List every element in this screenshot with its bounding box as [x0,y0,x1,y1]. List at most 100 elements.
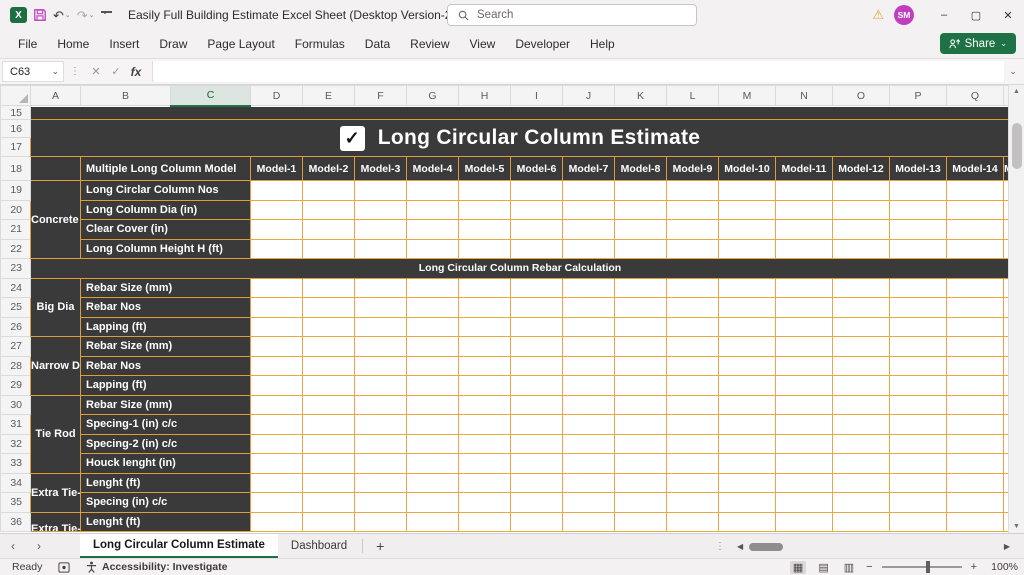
ribbon-tab-developer[interactable]: Developer [505,30,580,58]
grid-cell[interactable] [510,336,563,357]
row-header-32[interactable]: 32 [0,433,31,454]
ribbon-tab-data[interactable]: Data [355,30,400,58]
grid-cell[interactable] [354,219,407,240]
grid-cell[interactable] [562,414,615,435]
save-icon[interactable] [33,8,47,22]
grid-cell[interactable] [946,375,1004,396]
grid-cell[interactable] [832,238,890,259]
grid-cell[interactable] [354,199,407,220]
grid-cell[interactable] [832,414,890,435]
accessibility-status[interactable]: Accessibility: Investigate [102,561,227,573]
grid-cell[interactable] [666,394,719,415]
model-header-cell[interactable]: Model-13 [889,156,947,181]
grid-cell[interactable] [832,316,890,337]
grid-cell[interactable] [666,219,719,240]
grid-cell[interactable] [832,219,890,240]
grid-cell[interactable] [562,199,615,220]
grid-cell[interactable] [889,180,947,201]
grid-cell[interactable] [406,238,459,259]
grid-cell[interactable] [250,472,303,493]
column-header-J[interactable]: J [562,85,615,106]
grid-cell[interactable] [775,219,833,240]
grid-cell[interactable] [775,375,833,396]
grid-cell[interactable] [302,277,355,298]
row-label-cell[interactable]: Long Column Dia (in) [80,199,251,220]
grid-cell[interactable] [946,394,1004,415]
grid-cell[interactable] [302,472,355,493]
grid-cell[interactable] [302,336,355,357]
row-header-20[interactable]: 20 [0,199,31,220]
model-header-cell[interactable]: Model-6 [510,156,563,181]
grid-cell[interactable] [718,414,776,435]
grid-cell[interactable] [458,336,511,357]
grid-cell[interactable] [946,238,1004,259]
model-header-cell[interactable]: Model-2 [302,156,355,181]
group-label-cell[interactable]: Extra Tie- 1 [30,472,81,513]
scroll-up-icon[interactable]: ▲ [1009,88,1024,95]
zoom-slider[interactable] [881,561,962,573]
row-header-24[interactable]: 24 [0,277,31,298]
grid-cell[interactable] [946,297,1004,318]
expand-formula-bar-icon[interactable]: ⌄ [1004,66,1022,77]
formula-input[interactable] [152,61,1004,82]
grid-cell[interactable] [562,375,615,396]
grid-cell[interactable] [458,394,511,415]
row-header-15[interactable]: 15 [0,105,31,120]
grid-cell[interactable] [250,180,303,201]
grid-cell[interactable] [510,277,563,298]
insert-function-icon[interactable]: fx [126,65,146,79]
row-label-cell[interactable]: Rebar Nos [80,355,251,376]
grid-cell[interactable] [666,180,719,201]
grid-cell[interactable] [832,199,890,220]
grid-cell[interactable] [946,453,1004,474]
grid-cell[interactable] [614,199,667,220]
ribbon-tab-view[interactable]: View [460,30,506,58]
grid-cell[interactable] [889,492,947,513]
grid-cell[interactable] [458,238,511,259]
grid-cell[interactable] [354,238,407,259]
grid-cell[interactable] [718,180,776,201]
grid-cell[interactable] [666,355,719,376]
grid-cell[interactable] [666,375,719,396]
grid-cell[interactable] [718,492,776,513]
grid-cell[interactable] [458,219,511,240]
grid-cell[interactable] [562,394,615,415]
namebox-caret-icon[interactable]: ⌄ [51,66,59,77]
redo-button[interactable]: ↷ ⌄ [77,9,95,22]
zoom-slider-thumb[interactable] [925,561,930,573]
grid-cell[interactable] [354,180,407,201]
sheet-nav-right-icon[interactable]: › [26,534,52,558]
grid-cell[interactable] [946,199,1004,220]
grid-cell[interactable] [889,394,947,415]
row-header-25[interactable]: 25 [0,297,31,318]
model-header-cell[interactable]: Model-5 [458,156,511,181]
grid-cell[interactable] [666,238,719,259]
grid-cell[interactable] [458,316,511,337]
row-label-cell[interactable]: Lenght (ft) [80,472,251,493]
grid-cell[interactable] [775,336,833,357]
grid-cell[interactable] [250,375,303,396]
row-label-cell[interactable]: Specing-2 (in) c/c [80,433,251,454]
grid-cell[interactable] [775,355,833,376]
row-header-17[interactable]: 17 [0,137,31,157]
grid-cell[interactable] [250,414,303,435]
grid-cell[interactable] [666,297,719,318]
grid-cell[interactable] [406,180,459,201]
grid-cell[interactable] [832,336,890,357]
select-all-corner[interactable] [0,85,31,106]
grid-cell[interactable] [406,433,459,454]
grid-cell[interactable] [718,453,776,474]
enter-formula-icon[interactable]: ✓ [106,65,126,78]
grid-cell[interactable] [666,492,719,513]
grid-cell[interactable] [406,355,459,376]
grid-cell[interactable] [302,375,355,396]
grid-cell[interactable] [666,414,719,435]
warning-icon[interactable]: ⚠ [872,7,884,23]
grid-cell[interactable] [614,180,667,201]
scroll-right-icon[interactable]: ▶ [1004,542,1010,551]
vertical-scrollbar-thumb[interactable] [1012,123,1022,169]
row-header-23[interactable]: 23 [0,258,31,279]
grid-cell[interactable] [889,277,947,298]
customize-toolbar-icon[interactable] [100,7,112,19]
grid-cell[interactable] [406,316,459,337]
